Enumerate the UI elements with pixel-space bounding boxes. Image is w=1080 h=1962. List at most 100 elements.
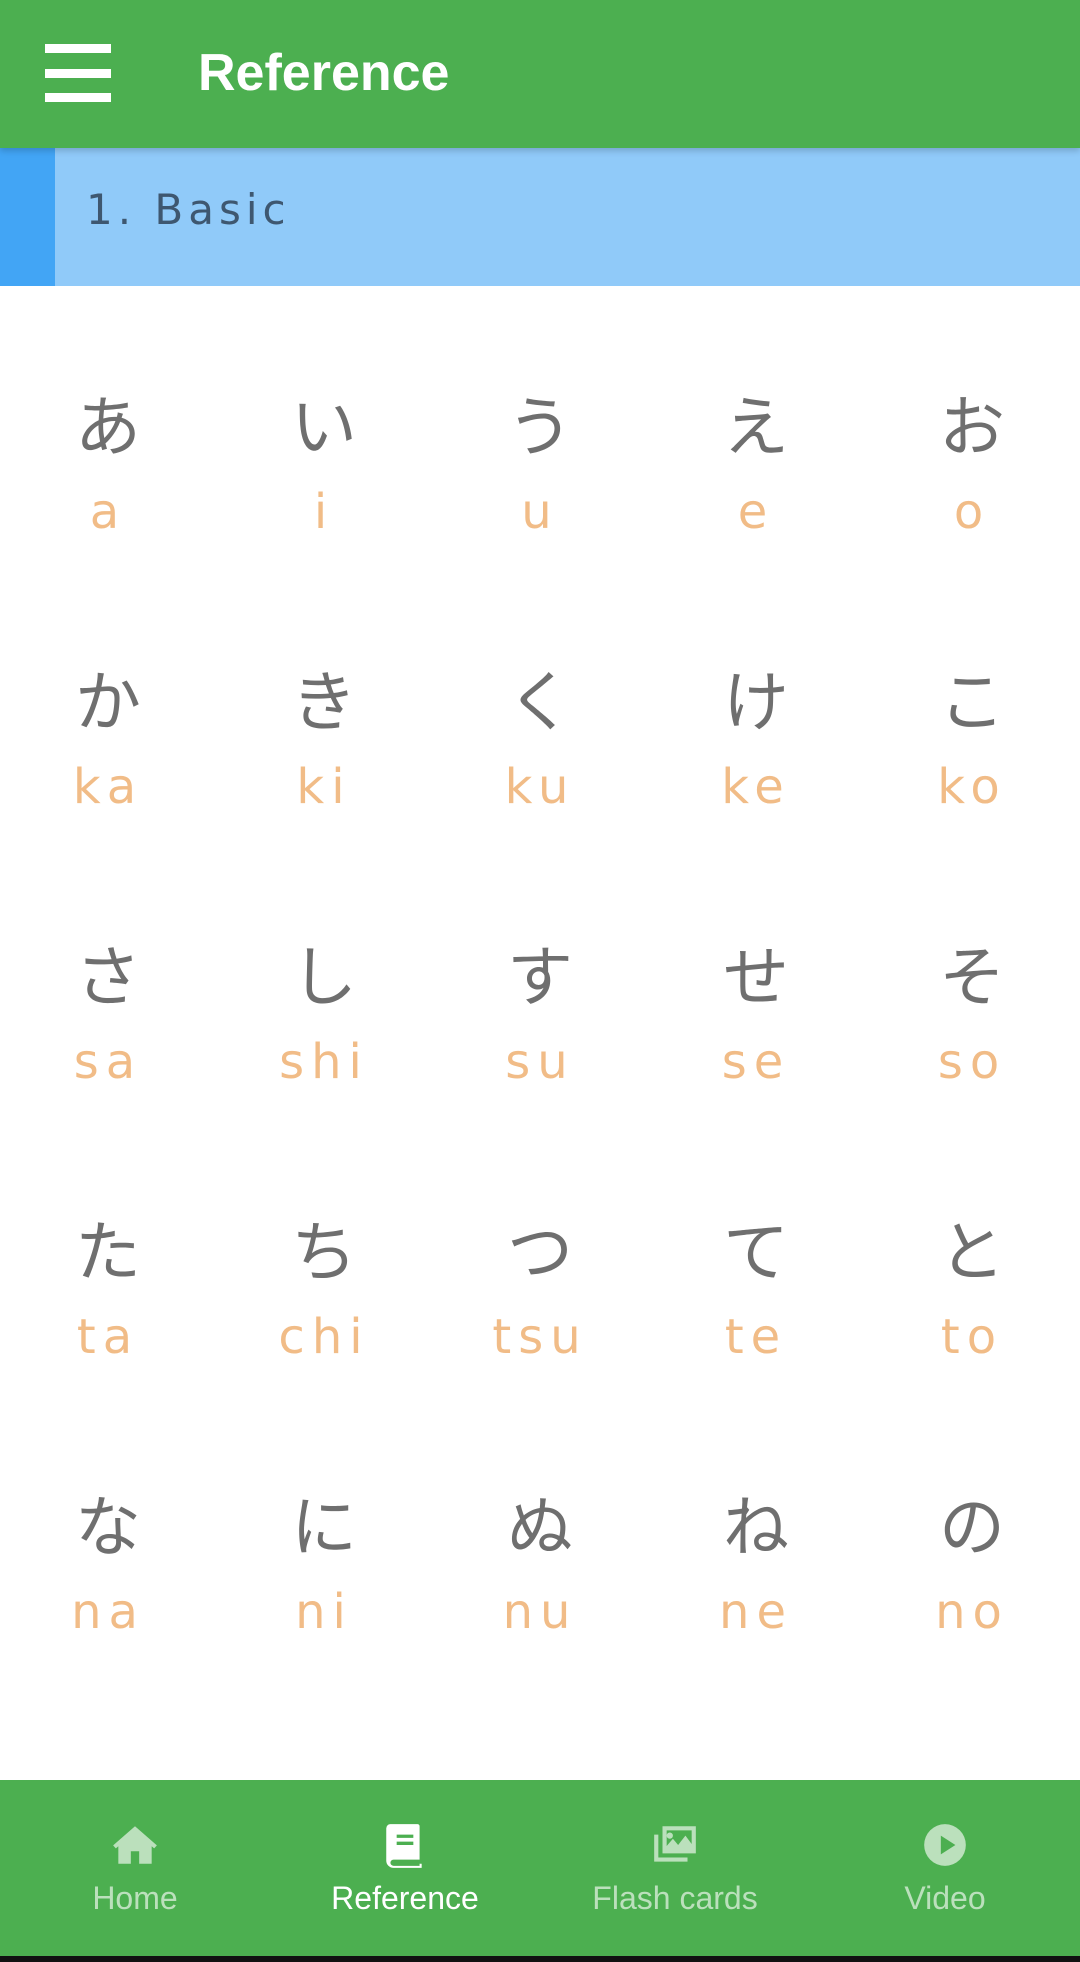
kana-row: さ sa し shi す su せ se そ so bbox=[0, 930, 1080, 1205]
kana-cell[interactable]: か ka bbox=[0, 655, 216, 930]
romaji-label: ki bbox=[296, 759, 352, 815]
romaji-label: sa bbox=[73, 1034, 143, 1090]
romaji-label: te bbox=[724, 1309, 788, 1365]
kana-cell[interactable]: の no bbox=[864, 1480, 1080, 1755]
kana-cell[interactable]: うu bbox=[432, 380, 648, 655]
kana-cell[interactable]: えe bbox=[648, 380, 864, 655]
kana-character: の bbox=[939, 1489, 1005, 1566]
kana-character: あ bbox=[75, 389, 141, 466]
kana-row: あaいiうuえeおo bbox=[0, 380, 1080, 655]
kana-cell[interactable]: こ ko bbox=[864, 655, 1080, 930]
kana-row: た ta ち chi つ tsu て te と to bbox=[0, 1205, 1080, 1480]
nav-label: Flash cards bbox=[592, 1880, 758, 1916]
kana-character: い bbox=[291, 389, 357, 466]
kana-cell[interactable]: き ki bbox=[216, 655, 432, 930]
kana-cell[interactable]: そ so bbox=[864, 930, 1080, 1205]
kana-character: ぬ bbox=[507, 1489, 573, 1566]
kana-character: え bbox=[723, 389, 789, 466]
section-header: 1. Basic bbox=[0, 148, 1080, 286]
kana-character: ち bbox=[291, 1214, 357, 1291]
romaji-label: su bbox=[505, 1034, 575, 1090]
section-title: 1. Basic bbox=[86, 185, 291, 234]
kana-cell[interactable]: せ se bbox=[648, 930, 864, 1205]
kana-character: す bbox=[507, 939, 573, 1016]
kana-character: つ bbox=[507, 1214, 573, 1291]
kana-character: に bbox=[291, 1489, 357, 1566]
nav-label: Home bbox=[92, 1880, 178, 1916]
menu-button[interactable] bbox=[28, 28, 128, 118]
kana-cell[interactable]: に ni bbox=[216, 1480, 432, 1755]
romaji-label: ne bbox=[719, 1584, 793, 1640]
section-accent-bar bbox=[0, 148, 55, 286]
kana-cell[interactable]: と to bbox=[864, 1205, 1080, 1480]
kana-cell[interactable]: さ sa bbox=[0, 930, 216, 1205]
app-screen: Reference 1. Basic あ a い i う u え e お o か ka き ki く ku け k… bbox=[0, 0, 1080, 1962]
kana-character: し bbox=[291, 939, 357, 1016]
top-app-bar: Reference bbox=[0, 0, 1080, 148]
kana-cell[interactable]: く ku bbox=[432, 655, 648, 930]
romaji-label: na bbox=[71, 1584, 145, 1640]
kana-cell[interactable]: け ke bbox=[648, 655, 864, 930]
romaji-label: ko bbox=[937, 759, 1007, 815]
hamburger-menu-icon bbox=[45, 44, 111, 102]
kana-character: き bbox=[291, 664, 357, 741]
romaji-label: tsu bbox=[492, 1309, 588, 1365]
kana-row: な na に ni ぬ nu ね ne の no bbox=[0, 1480, 1080, 1755]
romaji-label: se bbox=[721, 1034, 791, 1090]
nav-item-home[interactable]: Home bbox=[0, 1780, 270, 1956]
romaji-label: u bbox=[521, 484, 559, 540]
nav-item-reference[interactable]: Reference bbox=[270, 1780, 540, 1956]
kana-cell[interactable]: あa bbox=[0, 380, 216, 655]
kana-cell[interactable]: て te bbox=[648, 1205, 864, 1480]
kana-cell[interactable]: つ tsu bbox=[432, 1205, 648, 1480]
kana-character: お bbox=[939, 389, 1005, 466]
kana-cell[interactable]: いi bbox=[216, 380, 432, 655]
romaji-label: to bbox=[940, 1309, 1004, 1365]
kana-character: と bbox=[939, 1214, 1005, 1291]
romaji-label: chi bbox=[278, 1309, 370, 1365]
kana-cell[interactable]: ね ne bbox=[648, 1480, 864, 1755]
kana-character: こ bbox=[939, 664, 1005, 741]
nav-item-video[interactable]: Video bbox=[810, 1780, 1080, 1956]
kana-cell[interactable]: ぬ nu bbox=[432, 1480, 648, 1755]
romaji-label: so bbox=[937, 1034, 1007, 1090]
kana-grid: あ a い i う u え e お o か ka き ki く ku け ke こ ko さ sa し shi す su せ se そ s… bbox=[0, 380, 1080, 1755]
kana-character: け bbox=[723, 664, 789, 741]
romaji-label: ta bbox=[76, 1309, 140, 1365]
kana-character: せ bbox=[723, 939, 789, 1016]
kana-character: ね bbox=[723, 1489, 789, 1566]
play-circle-icon bbox=[920, 1820, 970, 1870]
system-bar-edge bbox=[0, 1956, 1080, 1962]
romaji-label: e bbox=[737, 484, 775, 540]
kana-character: な bbox=[75, 1489, 141, 1566]
kana-cell[interactable]: す su bbox=[432, 930, 648, 1205]
book-icon bbox=[380, 1820, 430, 1870]
kana-character: た bbox=[75, 1214, 141, 1291]
kana-cell[interactable]: し shi bbox=[216, 930, 432, 1205]
kana-cell[interactable]: た ta bbox=[0, 1205, 216, 1480]
romaji-label: ni bbox=[295, 1584, 353, 1640]
romaji-label: a bbox=[89, 484, 127, 540]
romaji-label: ke bbox=[721, 759, 791, 815]
romaji-label: o bbox=[953, 484, 991, 540]
kana-cell[interactable]: おo bbox=[864, 380, 1080, 655]
home-icon bbox=[110, 1820, 160, 1870]
nav-label: Video bbox=[904, 1880, 986, 1916]
images-icon bbox=[650, 1820, 700, 1870]
page-title: Reference bbox=[198, 44, 450, 102]
kana-character: そ bbox=[939, 939, 1005, 1016]
romaji-label: i bbox=[313, 484, 335, 540]
romaji-label: no bbox=[935, 1584, 1009, 1640]
romaji-label: shi bbox=[279, 1034, 369, 1090]
nav-label: Reference bbox=[331, 1880, 479, 1916]
kana-character: う bbox=[507, 389, 573, 466]
kana-row: か ka き ki く ku け ke こ ko bbox=[0, 655, 1080, 930]
kana-cell[interactable]: ち chi bbox=[216, 1205, 432, 1480]
kana-character: く bbox=[507, 664, 573, 741]
romaji-label: ku bbox=[504, 759, 576, 815]
kana-cell[interactable]: な na bbox=[0, 1480, 216, 1755]
bottom-navigation: Home Reference Flash cards Video bbox=[0, 1780, 1080, 1956]
romaji-label: ka bbox=[72, 759, 144, 815]
kana-character: て bbox=[723, 1214, 789, 1291]
nav-item-flash-cards[interactable]: Flash cards bbox=[540, 1780, 810, 1956]
